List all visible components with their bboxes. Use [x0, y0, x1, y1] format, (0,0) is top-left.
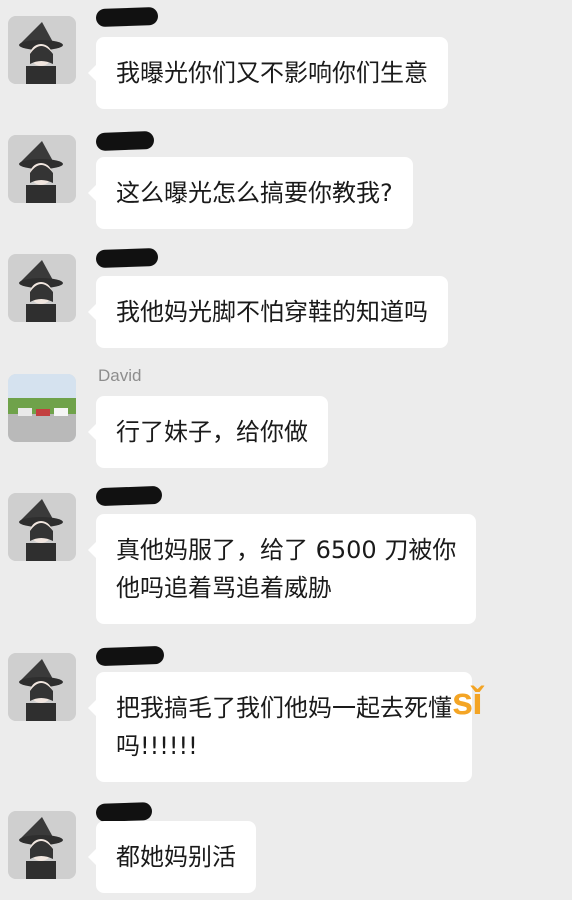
sender-name-redacted [95, 802, 153, 822]
witch-avatar-icon [8, 254, 76, 322]
message-row: 这么曝光怎么搞要你教我? [0, 119, 572, 239]
message-bubble: 我他妈光脚不怕穿鞋的知道吗 [88, 276, 448, 348]
witch-avatar-icon [8, 493, 76, 561]
message-bubble: 行了妹子，给你做 [88, 396, 328, 468]
sender-name-redacted [95, 130, 155, 152]
message-bubble: 都她妈别活 [88, 821, 256, 893]
message-row: 我他妈光脚不怕穿鞋的知道吗 [0, 238, 572, 358]
message-row: 把我搞毛了我们他妈一起去死懂 吗!!!!!! [0, 637, 572, 797]
message-row: 我曝光你们又不影响你们生意 [0, 0, 572, 120]
avatar[interactable] [8, 653, 76, 721]
sender-name-redacted [95, 6, 159, 28]
parking-lot-photo-icon [8, 374, 76, 442]
avatar[interactable] [8, 493, 76, 561]
chat-conversation: 我曝光你们又不影响你们生意 这么曝光怎么搞要你教我? 我他妈光脚不怕穿鞋的知道吗… [0, 0, 572, 900]
avatar[interactable] [8, 811, 76, 879]
message-row: 真他妈服了，给了 6500 刀被你 他吗追着骂追着威胁 [0, 477, 572, 637]
sender-name-redacted [95, 485, 163, 507]
message-bubble: 我曝光你们又不影响你们生意 [88, 37, 448, 109]
avatar[interactable] [8, 254, 76, 322]
avatar[interactable] [8, 135, 76, 203]
sender-name: David [98, 366, 142, 385]
message-row: 都她妈别活 [0, 795, 572, 900]
avatar[interactable] [8, 374, 76, 442]
message-bubble: 把我搞毛了我们他妈一起去死懂 吗!!!!!! [88, 672, 472, 782]
sender-name-redacted [95, 645, 165, 667]
witch-avatar-icon [8, 135, 76, 203]
message-bubble: 这么曝光怎么搞要你教我? [88, 157, 413, 229]
sender-name-redacted [95, 247, 159, 269]
avatar[interactable] [8, 16, 76, 84]
witch-avatar-icon [8, 811, 76, 879]
witch-avatar-icon [8, 16, 76, 84]
message-bubble: 真他妈服了，给了 6500 刀被你 他吗追着骂追着威胁 [87, 514, 477, 624]
watermark-text: sǐ [452, 681, 483, 723]
message-row: David 行了妹子，给你做 [0, 358, 572, 478]
witch-avatar-icon [8, 653, 76, 721]
